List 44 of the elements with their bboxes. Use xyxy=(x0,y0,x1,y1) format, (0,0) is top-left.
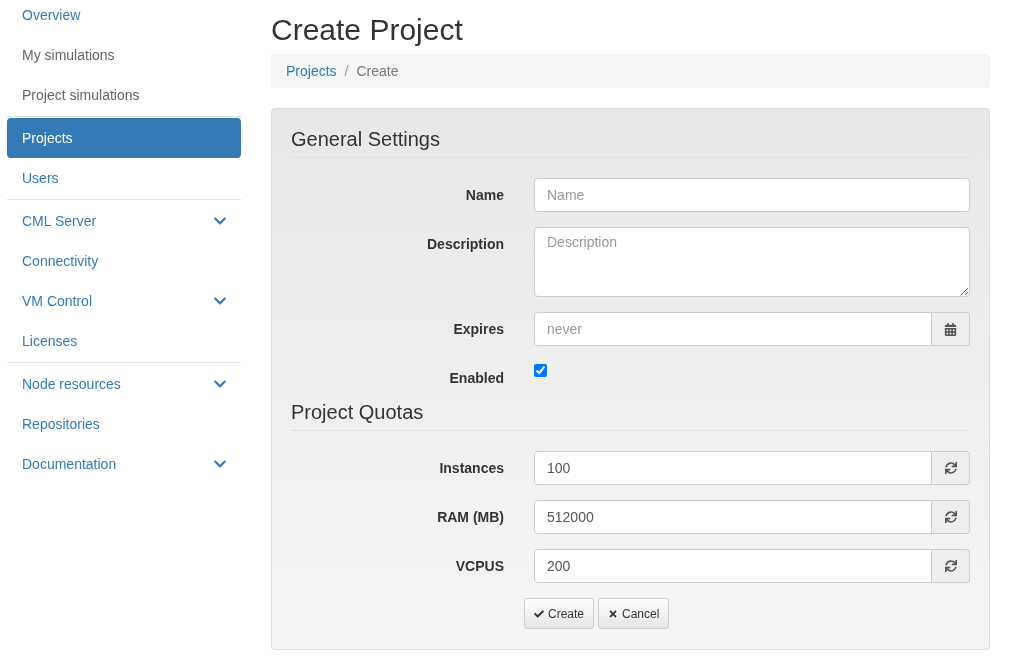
cancel-button[interactable]: Cancel xyxy=(598,598,670,629)
sidebar-item[interactable]: Projects xyxy=(7,118,241,158)
sidebar-item[interactable]: Overview xyxy=(7,0,241,35)
reset-button[interactable] xyxy=(932,500,970,534)
quota-input[interactable]: 512000 xyxy=(534,500,932,534)
refresh-icon xyxy=(944,462,957,474)
close-icon xyxy=(608,608,619,619)
sidebar-item[interactable]: Repositories xyxy=(7,404,241,444)
breadcrumb-link[interactable]: Projects xyxy=(286,63,337,79)
enabled-checkbox[interactable] xyxy=(534,364,547,377)
date-input[interactable]: never xyxy=(534,312,932,346)
sidebar-item[interactable]: VM Control xyxy=(7,281,241,321)
field-label: Instances xyxy=(438,459,504,476)
sidebar-item[interactable]: Users xyxy=(7,158,241,198)
sidebar-item[interactable]: My simulations xyxy=(7,35,241,75)
field-label: RAM (MB) xyxy=(436,508,504,525)
refresh-icon xyxy=(944,560,957,572)
sidebar-item[interactable]: Connectivity xyxy=(7,241,241,281)
sidebar-item[interactable]: CML Server xyxy=(7,201,241,241)
quota-input[interactable]: 200 xyxy=(534,549,932,583)
field-label: Enabled xyxy=(448,369,504,386)
sidebar-item[interactable]: Licenses xyxy=(7,321,241,361)
sidebar-item[interactable]: Documentation xyxy=(7,444,241,484)
quota-input[interactable]: 100 xyxy=(534,451,932,485)
sidebar-item[interactable]: Project simulations xyxy=(7,75,241,115)
field-label: VCPUS xyxy=(454,557,504,574)
page-title: Create Project xyxy=(271,13,463,46)
section-title: Project Quotas xyxy=(291,401,424,424)
name-input[interactable]: Name xyxy=(534,178,970,212)
check-icon xyxy=(534,608,544,619)
field-label: Description xyxy=(426,235,504,252)
reset-button[interactable] xyxy=(932,451,970,485)
breadcrumb-current: Create xyxy=(356,63,399,79)
reset-button[interactable] xyxy=(932,549,970,583)
field-label: Name xyxy=(464,186,504,203)
refresh-icon xyxy=(944,511,957,523)
field-label: Expires xyxy=(452,320,504,337)
breadcrumb-separator: / xyxy=(344,63,349,79)
calendar-button[interactable] xyxy=(932,312,970,346)
calendar-icon xyxy=(944,322,957,336)
section-title: General Settings xyxy=(291,128,440,151)
sidebar-item[interactable]: Node resources xyxy=(7,364,241,404)
description-textarea[interactable]: Description xyxy=(534,227,970,297)
create-button[interactable]: Create xyxy=(524,598,595,629)
